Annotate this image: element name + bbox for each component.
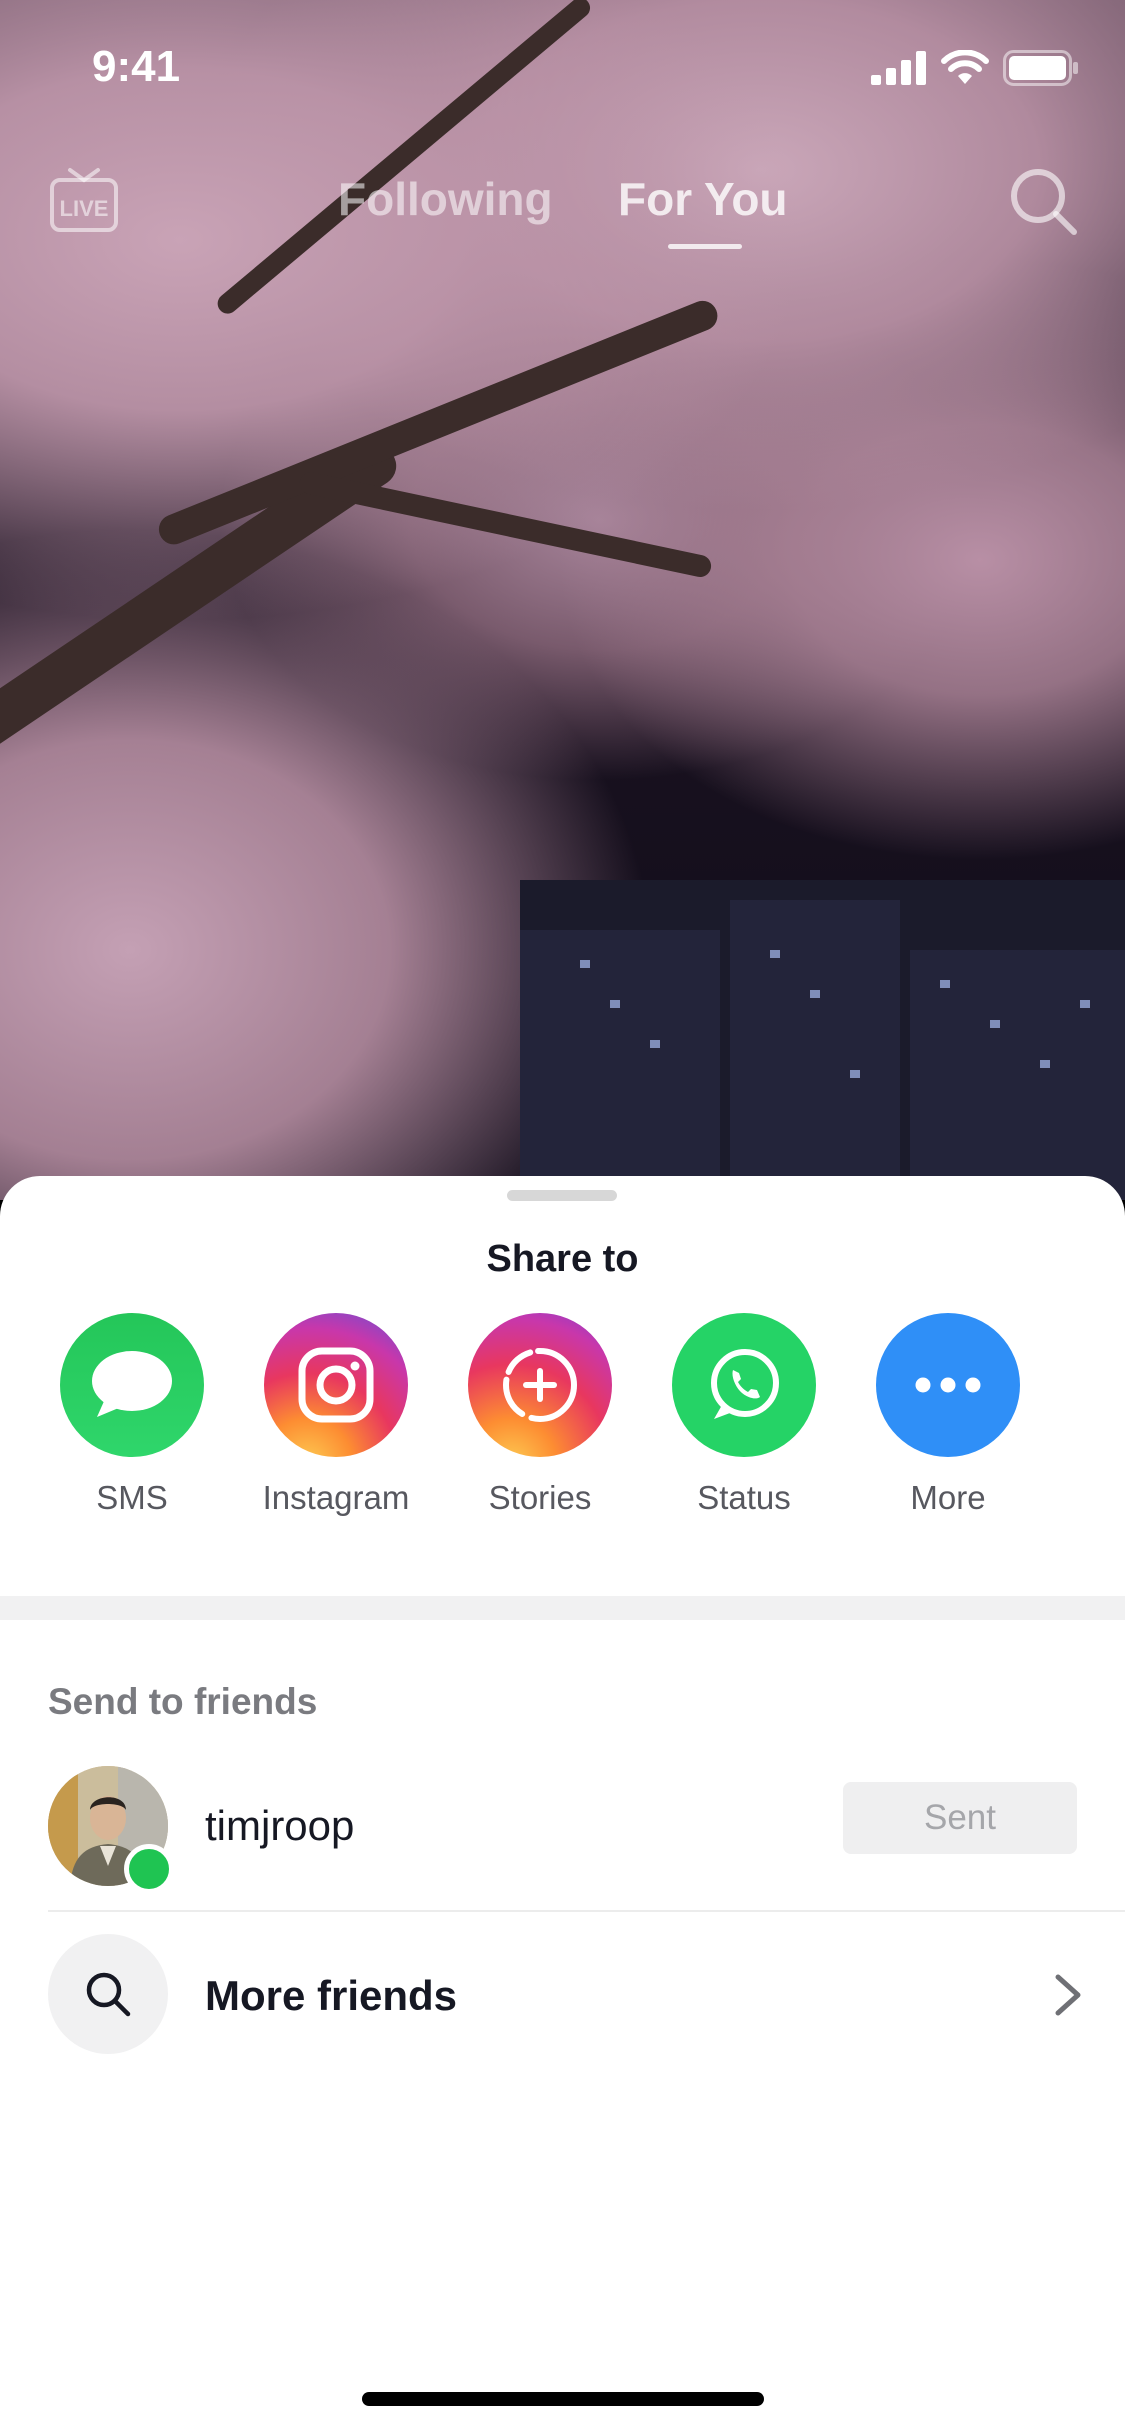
sent-button[interactable]: Sent: [843, 1782, 1077, 1854]
window-light: [650, 1040, 660, 1048]
share-label-more: More: [910, 1479, 986, 1516]
stories-add-icon: [503, 1348, 577, 1422]
sheet-title: Share to: [486, 1238, 639, 1280]
status-time: 9:41: [92, 42, 181, 91]
search-friends-circle: [48, 1934, 168, 2054]
chevron-right-icon: [1055, 1974, 1081, 2016]
share-label-stories: Stories: [488, 1479, 592, 1516]
message-bubble-icon: [92, 1351, 172, 1417]
share-targets-row: SMS Instagram Stories Status More: [0, 1313, 1125, 1543]
home-indicator: [362, 2392, 764, 2406]
section-divider: [0, 1596, 1125, 1620]
live-icon[interactable]: LIVE: [48, 164, 120, 236]
window-light: [940, 980, 950, 988]
online-status-dot: [124, 1844, 174, 1894]
whatsapp-circle: [672, 1313, 816, 1457]
send-to-friends-title: Send to friends: [48, 1681, 318, 1722]
window-light: [850, 1070, 860, 1078]
wifi-icon: [941, 50, 989, 84]
battery-icon: [1003, 50, 1078, 86]
window-light: [1080, 1000, 1090, 1008]
more-friends-row[interactable]: More friends: [0, 1934, 1125, 2058]
window-light: [770, 950, 780, 958]
window-light: [810, 990, 820, 998]
stories-circle: [468, 1313, 612, 1457]
search-icon: [86, 1972, 131, 2017]
window-light: [580, 960, 590, 968]
share-target-instagram[interactable]: Instagram: [234, 1313, 438, 1517]
window-light: [990, 1020, 1000, 1028]
row-divider: [48, 1910, 1125, 1912]
share-label-instagram: Instagram: [262, 1479, 410, 1516]
status-bar: 9:41: [0, 0, 1125, 132]
share-target-sms[interactable]: SMS: [30, 1313, 234, 1517]
screen: 9:41 LIVE Following For You Share to SMS…: [0, 0, 1125, 2436]
share-label-status: Status: [697, 1479, 791, 1516]
status-icons: [871, 50, 1079, 86]
share-target-stories[interactable]: Stories: [438, 1313, 642, 1517]
share-sheet: Share to SMS Instagram Stories Status Mo…: [0, 1176, 1125, 2436]
more-friends-label: More friends: [205, 1972, 458, 2019]
window-light: [1040, 1060, 1050, 1068]
live-label: LIVE: [60, 196, 109, 221]
instagram-circle: [264, 1313, 408, 1457]
sheet-grabber[interactable]: [507, 1190, 617, 1201]
more-circle: [876, 1313, 1020, 1457]
city-buildings: [520, 880, 1125, 1200]
tab-for-you[interactable]: For You: [618, 172, 788, 226]
whatsapp-icon: [711, 1349, 779, 1419]
top-nav: LIVE Following For You: [0, 150, 1125, 260]
friend-row[interactable]: timjroop Sent: [0, 1766, 1125, 1894]
sms-circle: [60, 1313, 204, 1457]
tree-branch: [297, 470, 714, 580]
window-light: [610, 1000, 620, 1008]
share-target-more[interactable]: More: [846, 1313, 1050, 1517]
more-dots-icon: [915, 1377, 981, 1393]
friend-username: timjroop: [205, 1802, 355, 1849]
cellular-signal-icon: [871, 51, 926, 85]
instagram-icon: [298, 1347, 374, 1423]
building: [730, 900, 900, 1200]
building: [520, 930, 720, 1200]
share-label-sms: SMS: [96, 1479, 168, 1516]
search-icon[interactable]: [1004, 162, 1084, 242]
share-target-status[interactable]: Status: [642, 1313, 846, 1517]
tab-following[interactable]: Following: [338, 172, 553, 226]
active-tab-indicator: [668, 244, 742, 249]
